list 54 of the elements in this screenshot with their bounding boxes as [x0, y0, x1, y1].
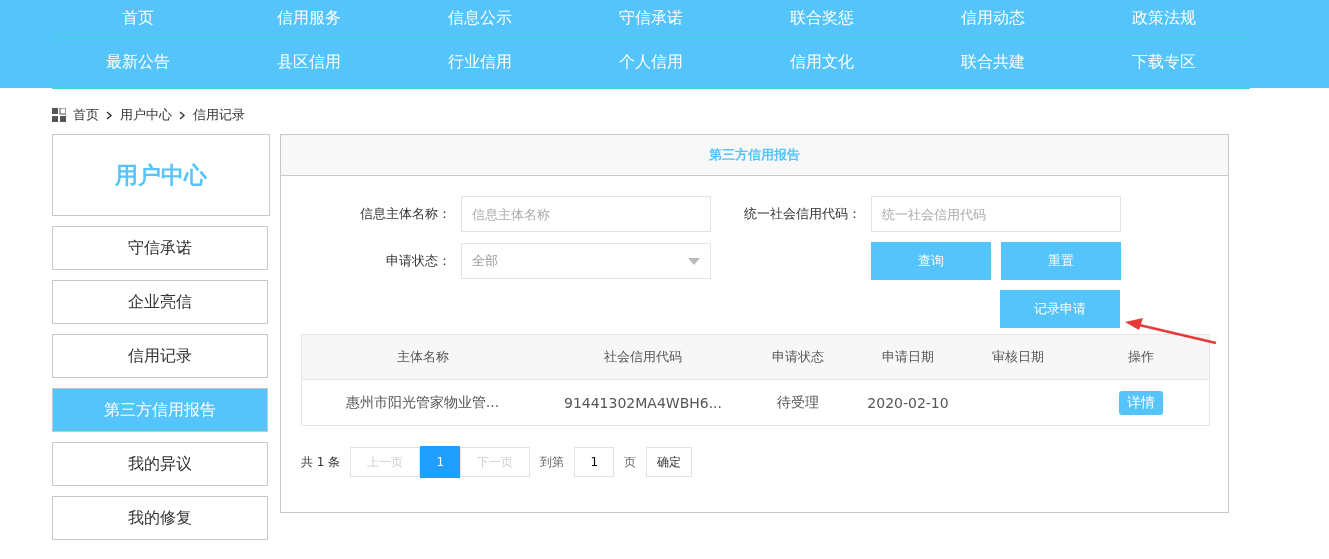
sidebar-item[interactable]: 企业亮信 [52, 280, 268, 324]
sidebar-title: 用户中心 [52, 134, 270, 216]
nav-link[interactable]: 最新公告 [52, 52, 224, 73]
column-header: 审核日期 [991, 348, 1045, 366]
page-button[interactable]: 1 [420, 446, 461, 478]
breadcrumb-link[interactable]: 首页 [73, 106, 99, 124]
sidebar-item[interactable]: 信用记录 [52, 334, 268, 378]
nav-link[interactable]: 个人信用 [565, 52, 737, 73]
sidebar-item[interactable]: 第三方信用报告 [52, 388, 268, 432]
field-label: 统一社会信用代码： [743, 205, 862, 223]
field-label: 信息主体名称： [359, 205, 452, 223]
sidebar-item[interactable]: 守信承诺 [52, 226, 268, 270]
status-dropdown[interactable]: 全部 [461, 243, 711, 279]
breadcrumb-link[interactable]: 用户中心 [120, 106, 172, 124]
breadcrumb-link[interactable]: 信用记录 [193, 106, 245, 124]
table-cell-text: 2020-02-10 [866, 394, 950, 411]
record-apply-button[interactable]: 记录申请 [1000, 290, 1120, 328]
nav-link[interactable]: 下载专区 [1078, 52, 1250, 73]
confirm-button[interactable]: 确定 [646, 447, 693, 477]
chevron-icon [179, 110, 186, 120]
column-header: 主体名称 [395, 348, 450, 366]
nav-link[interactable]: 信用动态 [907, 8, 1079, 29]
nav-link[interactable]: 政策法规 [1078, 8, 1250, 29]
nav-link[interactable]: 信用服务 [223, 8, 395, 29]
page-field[interactable]: 1 [574, 447, 615, 477]
column-header: 操作 [1127, 348, 1155, 366]
nav-link[interactable]: 行业信用 [394, 52, 566, 73]
nav-link[interactable]: 信息公示 [394, 8, 566, 29]
table-cell-text: 91441302MA4WBH6... [562, 394, 724, 411]
sidebar-item[interactable]: 我的异议 [52, 442, 268, 486]
chevron-icon [106, 110, 113, 120]
page-unit: 页 [624, 453, 637, 471]
nav-link[interactable]: 联合共建 [907, 52, 1079, 73]
nav-link[interactable]: 首页 [52, 8, 224, 29]
nav-link[interactable]: 守信承诺 [565, 8, 737, 29]
column-header: 社会信用代码 [603, 348, 683, 366]
goto-label: 到第 [540, 453, 565, 471]
nav-link[interactable]: 联合奖惩 [736, 8, 908, 29]
column-header: 申请日期 [881, 348, 935, 366]
grid-icon [52, 108, 66, 122]
column-header: 申请状态 [771, 348, 825, 366]
caret-icon [688, 257, 700, 265]
table-cell-text: 惠州市阳光管家物业管... [344, 393, 501, 412]
nav-link[interactable]: 信用文化 [736, 52, 908, 73]
sidebar-item[interactable]: 我的修复 [52, 496, 268, 540]
reset-button[interactable]: 重置 [1001, 242, 1121, 280]
table-cell-text: 待受理 [776, 393, 820, 412]
total-count: 共 1 条 [301, 453, 341, 471]
name-field[interactable]: 信息主体名称 [461, 196, 711, 232]
search-button[interactable]: 查询 [871, 242, 991, 280]
nav-link[interactable]: 县区信用 [223, 52, 395, 73]
panel-title: 第三方信用报告 [281, 135, 1228, 176]
details-button[interactable]: 详情 [1119, 390, 1163, 415]
field-label: 申请状态： [385, 252, 452, 270]
